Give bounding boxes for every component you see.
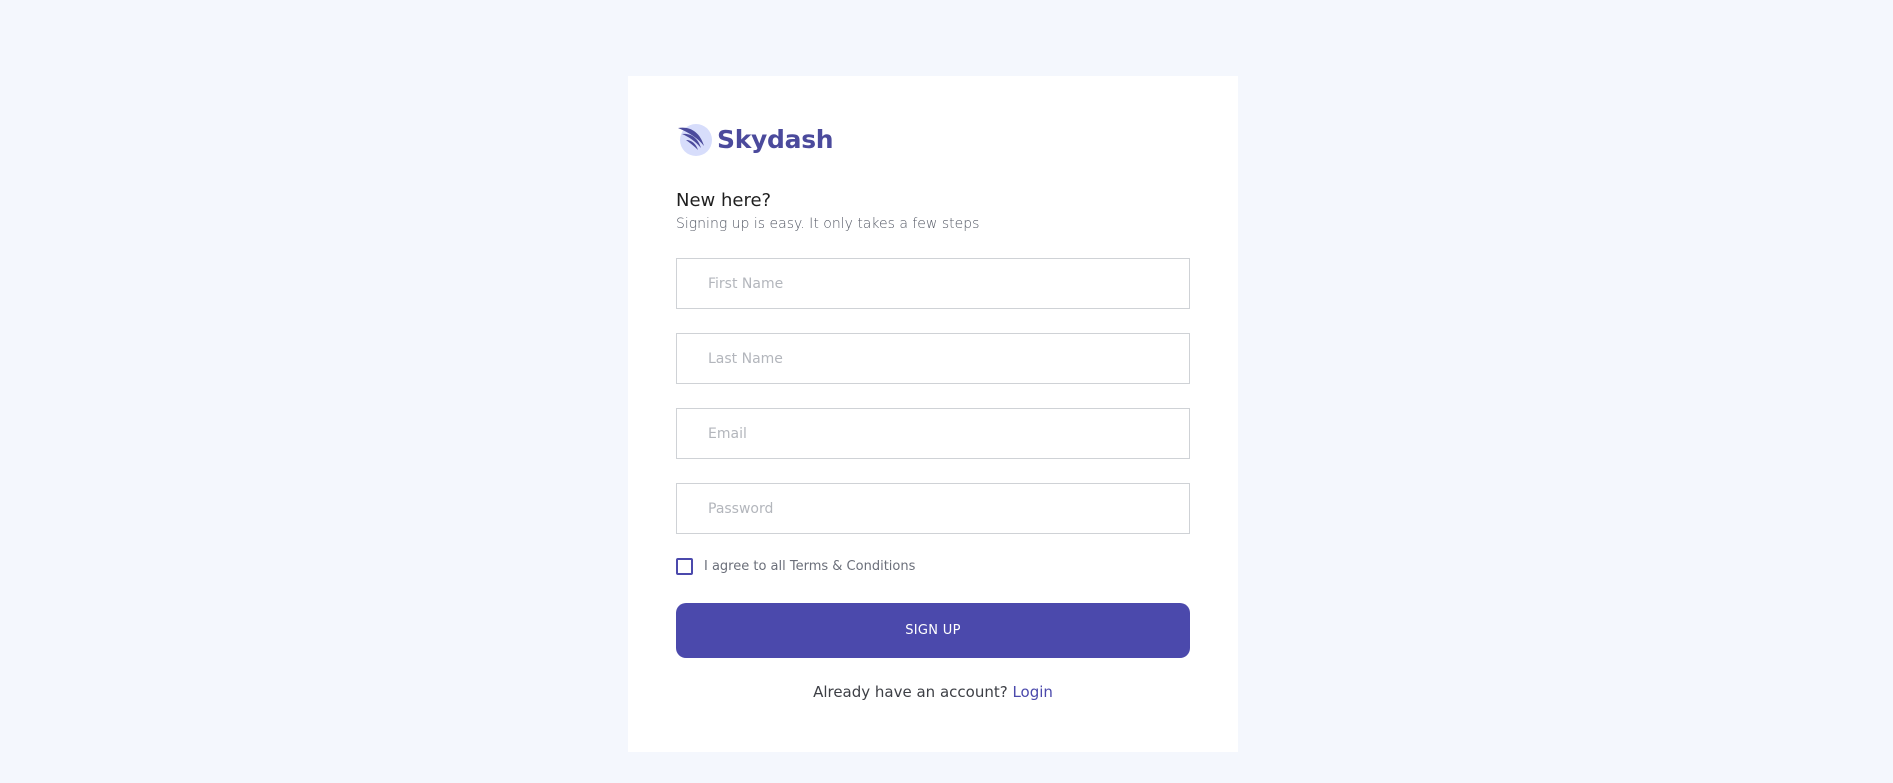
signup-card: Skydash New here? Signing up is easy. It… <box>628 76 1238 752</box>
login-prompt: Already have an account? Login <box>676 683 1190 701</box>
first-name-input[interactable] <box>676 258 1190 309</box>
page-title: New here? <box>676 190 772 211</box>
password-input[interactable] <box>676 483 1190 534</box>
brand-name: Skydash <box>717 124 834 154</box>
login-prompt-text: Already have an account? <box>813 683 1008 701</box>
terms-label[interactable]: I agree to all Terms & Conditions <box>704 559 915 574</box>
brand-logo: Skydash <box>676 120 834 158</box>
email-input[interactable] <box>676 408 1190 459</box>
login-link[interactable]: Login <box>1012 683 1052 701</box>
wing-logo-icon <box>678 124 712 156</box>
terms-row: I agree to all Terms & Conditions <box>676 558 915 575</box>
terms-checkbox[interactable] <box>676 558 693 575</box>
sign-up-button[interactable]: SIGN UP <box>676 603 1190 658</box>
page-subtitle: Signing up is easy. It only takes a few … <box>676 216 980 232</box>
last-name-input[interactable] <box>676 333 1190 384</box>
